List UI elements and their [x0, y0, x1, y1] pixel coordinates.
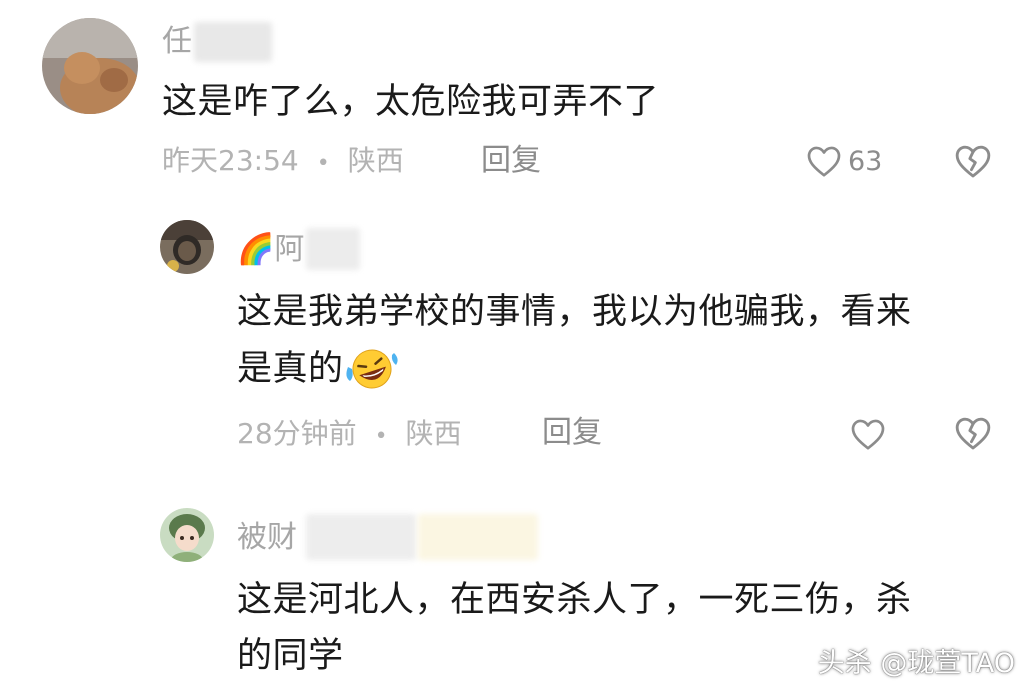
comment-thread: 任 这是咋了么，太危险我可弄不了 昨天23:54 • 陕西 回复 63 🌈阿 这是我…	[0, 0, 1033, 698]
comment-text-line: 这是我弟学校的事情，我以为他骗我，看来	[237, 292, 912, 332]
watermark: 头杀 @珑萱TAO	[817, 648, 1015, 679]
laughing-crying-emoji-icon	[344, 347, 400, 391]
heart-outline-icon	[807, 146, 841, 177]
username-text: 阿	[274, 232, 305, 267]
username-blur	[194, 22, 272, 62]
dislike-button[interactable]	[954, 143, 992, 183]
username-blur	[306, 514, 416, 560]
broken-heart-icon	[955, 417, 991, 450]
anime-girl-avatar-image	[160, 508, 214, 562]
separator-dot: •	[316, 151, 330, 176]
avatar[interactable]	[42, 18, 138, 114]
comment-text-line: 的同学	[237, 636, 344, 676]
comment-meta: 28分钟前 • 陕西	[237, 417, 462, 454]
avatar[interactable]	[160, 508, 214, 562]
reply-button[interactable]: 回复	[481, 144, 541, 178]
comment-text-line: 是真的	[237, 347, 400, 391]
like-button[interactable]: 63	[806, 142, 882, 180]
comment-location: 陕西	[405, 417, 462, 450]
broken-heart-icon	[955, 145, 991, 178]
username[interactable]: 被财	[237, 518, 297, 558]
cat-avatar-image	[42, 18, 138, 114]
dislike-button[interactable]	[954, 415, 992, 455]
rainbow-badge-icon: 🌈	[237, 232, 275, 267]
comment-time: 28分钟前	[237, 417, 357, 450]
username-blur	[418, 514, 538, 560]
comment-text-line: 这是河北人，在西安杀人了，一死三伤，杀	[237, 580, 912, 620]
username-blur	[306, 228, 360, 270]
comment-text: 这是咋了么，太危险我可弄不了	[162, 82, 660, 122]
comment-time: 昨天23:54	[162, 144, 299, 177]
username[interactable]: 任	[162, 22, 192, 62]
comment-meta: 昨天23:54 • 陕西	[162, 144, 404, 181]
reply-button[interactable]: 回复	[542, 416, 602, 450]
like-button[interactable]	[850, 415, 886, 453]
comment-text-fragment: 是真的	[237, 349, 344, 389]
username[interactable]: 🌈阿	[237, 230, 304, 270]
comment-location: 陕西	[347, 144, 404, 177]
like-count: 63	[848, 145, 883, 177]
separator-dot: •	[374, 424, 388, 449]
heart-outline-icon	[851, 419, 885, 450]
person-avatar-image	[160, 220, 214, 274]
avatar[interactable]	[160, 220, 214, 274]
